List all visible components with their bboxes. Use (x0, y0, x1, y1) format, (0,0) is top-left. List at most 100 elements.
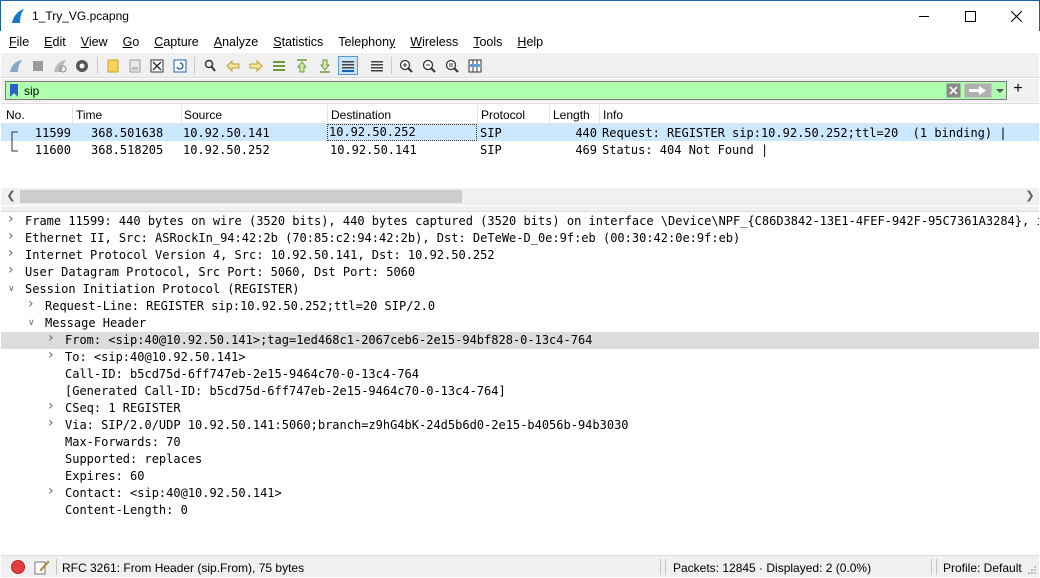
column-header-length[interactable]: Length (553, 108, 590, 122)
minimize-button[interactable] (901, 1, 947, 31)
column-header-destination[interactable]: Destination (331, 108, 391, 122)
capture-options-button[interactable] (72, 56, 92, 75)
tree-item[interactable]: › Via: SIP/2.0/UDP 10.92.50.141:5060;bran… (1, 416, 1039, 434)
menu-label-part: apture (163, 35, 199, 49)
tree-item[interactable]: › User Datagram Protocol, Src Port: 5060,… (1, 263, 1039, 281)
close-file-button[interactable] (147, 56, 167, 75)
normal-size-button[interactable] (442, 56, 462, 75)
tree-item[interactable]: Supported: replaces (1, 451, 1039, 468)
profile-text[interactable]: Profile: Default (943, 561, 1022, 575)
column-divider[interactable] (181, 105, 182, 124)
collapsed-chevron-icon[interactable]: › (8, 263, 18, 277)
tree-item[interactable]: › Frame 11599: 440 bytes on wire (3520 bi… (1, 212, 1039, 230)
scroll-right-arrow-icon[interactable]: ❯ (1023, 190, 1037, 203)
collapsed-chevron-icon[interactable]: › (48, 484, 58, 498)
find-packet-button[interactable] (200, 56, 220, 75)
scroll-left-arrow-icon[interactable]: ❮ (4, 190, 18, 203)
column-divider[interactable] (599, 105, 600, 124)
save-file-button[interactable] (125, 56, 145, 75)
filter-history-dropdown-icon[interactable] (994, 83, 1006, 98)
scrollbar-thumb[interactable] (20, 190, 462, 203)
column-divider[interactable] (327, 105, 328, 124)
go-forward-button[interactable] (246, 56, 266, 75)
column-header-no[interactable]: No. (6, 108, 25, 122)
open-file-button[interactable] (103, 56, 123, 75)
last-packet-button[interactable] (315, 56, 335, 75)
menu-item[interactable]: Wireless (410, 35, 458, 49)
tree-item[interactable]: Expires: 60 (1, 468, 1039, 485)
menu-item[interactable]: Capture (154, 35, 198, 49)
tree-item[interactable]: Content-Length: 0 (1, 502, 1039, 519)
go-back-button[interactable] (223, 56, 243, 75)
column-header-source[interactable]: Source (184, 108, 222, 122)
tree-item[interactable]: › Contact: <sip:40@10.92.50.141> (1, 484, 1039, 502)
expert-info-icon[interactable] (11, 560, 25, 574)
menu-item[interactable]: Go (123, 35, 140, 49)
collapsed-chevron-icon[interactable]: › (48, 348, 58, 362)
packet-row[interactable]: 11599 368.501638 10.92.50.141 10.92.50.2… (1, 124, 1039, 141)
tree-item[interactable]: › Internet Protocol Version 4, Src: 10.92… (1, 246, 1039, 264)
bookmark-icon[interactable] (9, 84, 19, 97)
collapsed-chevron-icon[interactable]: › (28, 297, 38, 311)
column-header-time[interactable]: Time (76, 108, 102, 122)
tree-item[interactable]: Max-Forwards: 70 (1, 434, 1039, 451)
stop-capture-button[interactable] (28, 56, 48, 75)
collapsed-chevron-icon[interactable]: › (8, 212, 18, 226)
menu-item[interactable]: Help (517, 35, 543, 49)
clear-filter-icon[interactable] (946, 83, 961, 98)
add-filter-button-plus-icon[interactable]: + (1011, 81, 1025, 97)
capture-comment-icon[interactable] (34, 559, 50, 575)
tree-item[interactable]: › From: <sip:40@10.92.50.141>;tag=1ed468c… (1, 331, 1039, 349)
reload-file-button[interactable] (170, 56, 190, 75)
restart-capture-button[interactable] (50, 56, 70, 75)
display-filter-input[interactable] (24, 83, 924, 98)
go-to-packet-button[interactable] (269, 56, 289, 75)
menu-item[interactable]: Tools (473, 35, 502, 49)
tree-item[interactable]: ∨ Session Initiation Protocol (REGISTER) (1, 281, 1039, 298)
menu-item[interactable]: Telephony (338, 35, 395, 49)
tree-item[interactable]: Call-ID: b5cd75d-6ff747eb-2e15-9464c70-0… (1, 366, 1039, 383)
status-separator (56, 559, 57, 575)
collapsed-chevron-icon[interactable]: › (8, 229, 18, 243)
arrow-down-icon (319, 59, 331, 73)
expanded-chevron-icon[interactable]: ∨ (8, 283, 18, 295)
menu-item[interactable]: Analyze (214, 35, 258, 49)
menu-item[interactable]: Edit (44, 35, 66, 49)
packet-list-horizontal-scrollbar[interactable]: ❮ ❯ (1, 188, 1039, 205)
column-header-protocol[interactable]: Protocol (481, 108, 525, 122)
collapsed-chevron-icon[interactable]: › (48, 416, 58, 430)
resize-columns-button[interactable] (465, 56, 485, 75)
tree-item[interactable]: ∨ Message Header (1, 315, 1039, 332)
menu-item[interactable]: View (81, 35, 108, 49)
collapsed-chevron-icon[interactable]: › (48, 331, 58, 345)
zoom-in-button[interactable] (396, 56, 416, 75)
collapsed-chevron-icon[interactable]: › (48, 399, 58, 413)
menu-item[interactable]: Statistics (273, 35, 323, 49)
auto-scroll-button[interactable] (338, 56, 358, 75)
packet-count-text: Packets: 12845 · Displayed: 2 (0.0%) (673, 561, 872, 575)
tree-item[interactable]: [Generated Call-ID: b5cd75d-6ff747eb-2e1… (1, 383, 1039, 400)
expanded-chevron-icon[interactable]: ∨ (28, 317, 38, 329)
menu-item[interactable]: File (9, 35, 29, 49)
column-divider[interactable] (477, 105, 478, 124)
collapsed-chevron-icon[interactable]: › (8, 246, 18, 260)
zoom-reset-icon (445, 59, 459, 73)
column-divider[interactable] (72, 105, 73, 124)
tree-item-text: CSeq: 1 REGISTER (65, 401, 181, 415)
column-divider[interactable] (549, 105, 550, 124)
tree-item[interactable]: › Request-Line: REGISTER sip:10.92.50.252… (1, 297, 1039, 315)
maximize-button[interactable] (947, 1, 993, 31)
packet-length: 440 (575, 126, 597, 140)
packet-row[interactable]: 11600 368.518205 10.92.50.252 10.92.50.1… (1, 141, 1039, 158)
zoom-out-button[interactable] (419, 56, 439, 75)
resize-grip-icon[interactable] (1027, 565, 1037, 575)
start-capture-button[interactable] (6, 56, 26, 75)
close-button[interactable] (993, 1, 1039, 31)
apply-filter-arrow-icon[interactable] (964, 83, 992, 98)
tree-item[interactable]: › To: <sip:40@10.92.50.141> (1, 348, 1039, 366)
tree-item[interactable]: › CSeq: 1 REGISTER (1, 399, 1039, 417)
colorize-button[interactable] (367, 56, 387, 75)
column-header-info[interactable]: Info (603, 108, 623, 122)
first-packet-button[interactable] (292, 56, 312, 75)
tree-item[interactable]: › Ethernet II, Src: ASRockIn_94:42:2b (70… (1, 229, 1039, 247)
